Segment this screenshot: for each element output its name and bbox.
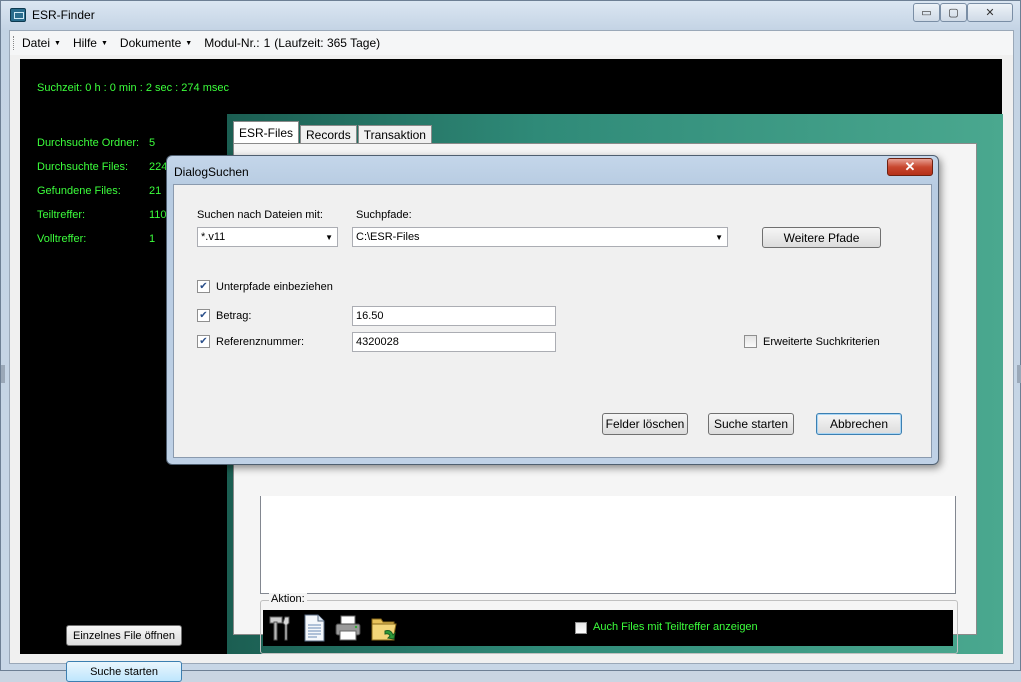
tab-strip: ESR-Files Records Transaktion xyxy=(233,121,433,143)
cancel-button[interactable]: Abbrechen xyxy=(816,413,902,435)
start-search-button[interactable]: Suche starten xyxy=(66,661,182,682)
partial-hits-label: Auch Files mit Teiltreffer anzeigen xyxy=(593,621,758,633)
dropdown-arrow-icon: ▼ xyxy=(54,39,61,47)
partial-hits-checkbox[interactable] xyxy=(575,622,587,634)
window-title: ESR-Finder xyxy=(32,8,95,22)
checkmark-icon: ✔ xyxy=(199,335,208,347)
amount-checkbox[interactable]: ✔ xyxy=(197,309,210,322)
minimize-button[interactable]: ▭ xyxy=(913,3,940,22)
menu-bar: Datei ▼ Hilfe ▼ Dokumente ▼ Modul-Nr.: 1 (L… xyxy=(10,31,1013,55)
reference-input[interactable]: 4320028 xyxy=(352,332,556,352)
checkmark-icon: ✔ xyxy=(199,280,208,292)
menu-dokumente-label: Dokumente xyxy=(119,36,182,50)
menu-datei-label: Datei xyxy=(22,36,51,50)
dropdown-arrow-icon: ▼ xyxy=(715,233,723,242)
stat-label-files: Durchsuchte Files: xyxy=(37,161,129,173)
menu-grip xyxy=(13,36,15,50)
amount-input[interactable]: 16.50 xyxy=(352,306,556,326)
search-files-label: Suchen nach Dateien mit: xyxy=(197,209,323,221)
stat-value-found: 21 xyxy=(149,185,162,197)
aktion-label: Aktion: xyxy=(269,593,307,605)
tab-esr-files[interactable]: ESR-Files xyxy=(233,121,300,143)
document-icon[interactable] xyxy=(299,613,329,643)
printer-icon[interactable] xyxy=(333,613,363,643)
app-icon xyxy=(10,8,26,22)
stat-value-files: 224 xyxy=(149,161,168,173)
minimize-icon: ▭ xyxy=(921,7,932,19)
tab-transaktion[interactable]: Transaktion xyxy=(357,125,432,143)
left-edge-grip xyxy=(1,365,5,383)
checkmark-icon: ✔ xyxy=(199,309,208,321)
dialog-title: DialogSuchen xyxy=(174,165,249,179)
search-paths-label: Suchpfade: xyxy=(356,209,412,221)
modul-label: Modul-Nr.: xyxy=(204,36,260,50)
search-time-text: Suchzeit: 0 h : 0 min : 2 sec : 274 msec xyxy=(37,82,229,94)
stat-label-full: Volltreffer: xyxy=(37,233,87,245)
search-time-panel: Suchzeit: 0 h : 0 min : 2 sec : 274 msec xyxy=(20,59,1002,114)
dialog-start-search-button[interactable]: Suche starten xyxy=(708,413,794,435)
search-files-combo[interactable]: *.v11 ▼ xyxy=(197,227,338,247)
search-dialog: DialogSuchen ✕ Suchen nach Dateien mit: … xyxy=(166,155,939,465)
modul-value: 1 xyxy=(263,36,271,50)
include-subpaths-label: Unterpfade einbeziehen xyxy=(216,281,333,293)
dropdown-arrow-icon: ▼ xyxy=(100,39,108,47)
aktion-toolbar: Auch Files mit Teiltreffer anzeigen xyxy=(263,610,953,646)
tools-icon[interactable] xyxy=(265,613,295,643)
extended-criteria-label: Erweiterte Suchkriterien xyxy=(763,336,880,348)
stat-label-folders: Durchsuchte Ordner: xyxy=(37,137,140,149)
stat-label-found: Gefundene Files: xyxy=(37,185,121,197)
search-paths-combo[interactable]: C:\ESR-Files ▼ xyxy=(352,227,728,247)
stat-value-partial: 110 xyxy=(149,209,167,221)
stat-value-full: 1 xyxy=(149,233,156,245)
tab-records[interactable]: Records xyxy=(300,125,357,143)
clear-fields-button[interactable]: Felder löschen xyxy=(602,413,688,435)
laufzeit-text: (Laufzeit: 365 Tage) xyxy=(274,36,381,50)
include-subpaths-checkbox[interactable]: ✔ xyxy=(197,280,210,293)
maximize-icon: ▢ xyxy=(948,7,959,19)
dialog-body: Suchen nach Dateien mit: *.v11 ▼ Suchpfa… xyxy=(173,184,932,458)
close-icon: ✕ xyxy=(985,7,995,19)
stat-value-folders: 5 xyxy=(149,137,156,149)
search-paths-value: C:\ESR-Files xyxy=(356,231,420,243)
dropdown-arrow-icon: ▼ xyxy=(185,39,193,47)
file-list[interactable] xyxy=(260,496,956,594)
modul-info: Modul-Nr.: 1 (Laufzeit: 365 Tage) xyxy=(204,36,380,50)
aktion-group: Aktion: Auch Files mit Teiltreffer anzei… xyxy=(260,593,958,654)
close-icon: ✕ xyxy=(904,159,916,174)
menu-dokumente[interactable]: Dokumente ▼ xyxy=(120,36,192,50)
right-edge-grip xyxy=(1017,365,1021,383)
search-files-value: *.v11 xyxy=(201,231,226,243)
stat-label-partial: Teiltreffer: xyxy=(37,209,86,221)
folder-export-icon[interactable] xyxy=(369,613,399,643)
open-single-file-button[interactable]: Einzelnes File öffnen xyxy=(66,625,182,646)
amount-label: Betrag: xyxy=(216,310,252,322)
close-window-button[interactable]: ✕ xyxy=(967,3,1013,22)
menu-datei[interactable]: Datei ▼ xyxy=(22,36,61,50)
dropdown-arrow-icon: ▼ xyxy=(325,233,333,242)
menu-hilfe[interactable]: Hilfe ▼ xyxy=(73,36,108,50)
dialog-close-button[interactable]: ✕ xyxy=(887,158,933,176)
maximize-button[interactable]: ▢ xyxy=(940,3,967,22)
menu-hilfe-label: Hilfe xyxy=(72,36,97,50)
reference-label: Referenznummer: xyxy=(216,336,305,348)
extended-criteria-checkbox[interactable] xyxy=(744,335,757,348)
more-paths-button[interactable]: Weitere Pfade xyxy=(762,227,881,248)
title-bar[interactable]: ESR-Finder ▭ ▢ ✕ xyxy=(1,1,1020,29)
reference-checkbox[interactable]: ✔ xyxy=(197,335,210,348)
